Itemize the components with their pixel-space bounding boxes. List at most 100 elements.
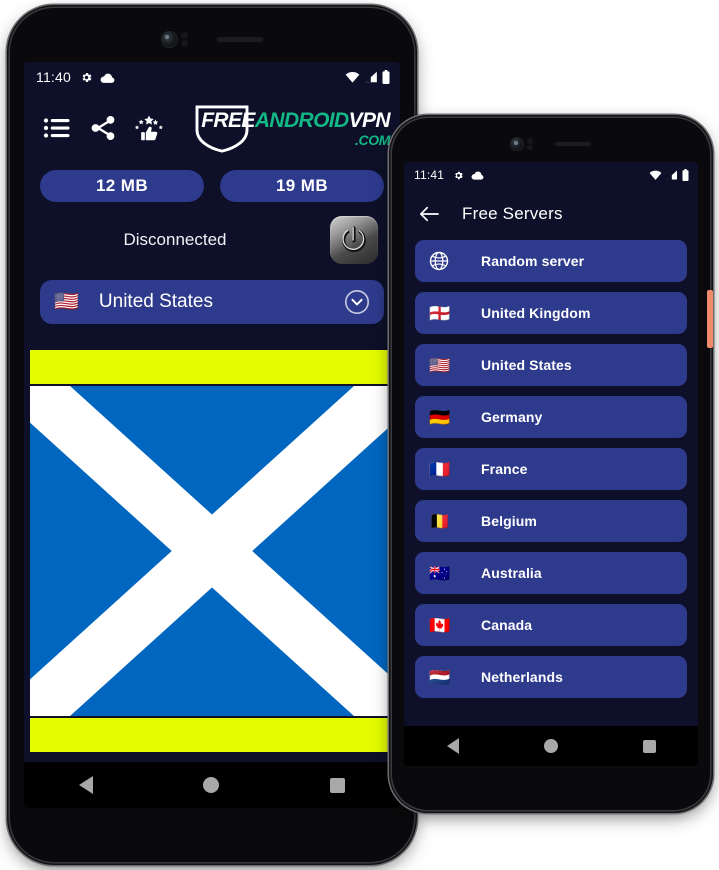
ad-bottom-gap	[30, 752, 394, 762]
servers-page-title: Free Servers	[462, 204, 563, 223]
chevron-down-circle-icon[interactable]	[344, 289, 370, 315]
status-bar-left-icons	[80, 71, 115, 84]
scotland-saltire-flag-icon	[30, 386, 394, 716]
wifi-icon	[345, 72, 360, 83]
ad-bottom-bar	[30, 718, 394, 752]
server-name-label: United States	[481, 357, 572, 373]
server-name-label: Australia	[481, 565, 542, 581]
server-flag-icon: 🇳🇱	[429, 667, 451, 687]
phone-bezel-servers: 11:41	[392, 118, 710, 810]
status-bar-right-icons	[345, 70, 390, 84]
status-bar-right-icons	[649, 169, 689, 181]
server-name-label: Belgium	[481, 513, 537, 529]
wifi-icon	[649, 170, 662, 180]
status-bar-main: 11:40	[24, 62, 400, 92]
nav-home-button[interactable]	[543, 739, 558, 753]
earpiece-speaker	[216, 37, 263, 42]
signal-icon	[365, 71, 377, 83]
nav-recents-button[interactable]	[329, 777, 345, 793]
server-name-label: United Kingdom	[481, 305, 591, 321]
android-nav-bar-servers	[404, 726, 698, 766]
server-list-item[interactable]: 🇩🇪 Germany	[415, 396, 687, 438]
server-flag-icon: 🇦🇺	[429, 563, 451, 583]
globe-icon	[429, 251, 449, 271]
server-flag-icon: 🇩🇪	[429, 407, 451, 427]
server-globe-icon	[429, 251, 455, 271]
nav-home-button[interactable]	[203, 777, 220, 793]
server-list-item[interactable]: 🏴󠁧󠁢󠁥󠁮󠁧󠁿 United Kingdom	[415, 292, 687, 334]
brand-main-line: FREEANDROIDVPN	[201, 110, 390, 131]
status-bar-left-icons	[453, 170, 484, 181]
traffic-stats-row: 12 MB 19 MB	[24, 164, 400, 202]
download-stat-pill: 12 MB	[40, 170, 204, 202]
gear-icon	[82, 72, 92, 82]
app-toolbar: FREEANDROIDVPN .COM	[24, 92, 400, 164]
front-camera-icon	[161, 32, 177, 47]
connection-status-text: Disconnected	[123, 230, 227, 249]
power-icon	[342, 226, 366, 252]
server-list-item[interactable]: 🇫🇷 France	[415, 448, 687, 490]
status-bar-time: 11:41	[414, 168, 445, 182]
proximity-sensor-icon	[527, 138, 533, 150]
server-flag-icon: 🇺🇸	[429, 355, 451, 375]
android-nav-bar-main	[24, 762, 400, 808]
server-flag-icon: 🏴󠁧󠁢󠁥󠁮󠁧󠁿	[429, 303, 451, 323]
share-icon[interactable]	[88, 113, 118, 143]
battery-icon	[382, 70, 390, 84]
cloud-icon	[100, 73, 115, 83]
upload-stat-pill: 19 MB	[220, 170, 384, 202]
front-camera-icon	[511, 138, 523, 150]
server-list-item[interactable]: 🇨🇦 Canada	[415, 604, 687, 646]
brand-text: FREEANDROIDVPN .COM	[201, 110, 390, 147]
server-name-label: Netherlands	[481, 669, 564, 685]
side-power-button[interactable]	[707, 290, 713, 348]
screen-main: 11:40 FREEANDROIDVPN .COM 12 MB 19 MB Di…	[24, 62, 400, 808]
connection-row: Disconnected	[24, 202, 400, 264]
battery-icon	[682, 169, 689, 181]
ad-top-bar	[30, 350, 394, 384]
phone-device-servers: 11:41	[392, 118, 713, 810]
server-flag-icon: 🇧🇪	[429, 511, 451, 531]
gear-icon	[455, 171, 463, 179]
cloud-icon	[471, 171, 484, 180]
screen-servers: 11:41	[404, 162, 698, 766]
ad-banner[interactable]	[24, 350, 400, 762]
phone-bezel-main: 11:40 FREEANDROIDVPN .COM 12 MB 19 MB Di…	[10, 8, 414, 862]
phone-device-main: 11:40 FREEANDROIDVPN .COM 12 MB 19 MB Di…	[10, 8, 414, 862]
server-name-label: Random server	[481, 253, 585, 269]
servers-header: Free Servers	[404, 188, 698, 240]
nav-recents-button[interactable]	[642, 739, 656, 753]
server-list-item[interactable]: 🇳🇱 Netherlands	[415, 656, 687, 698]
server-flag-icon: 🇨🇦	[429, 615, 451, 635]
server-name-label: Germany	[481, 409, 543, 425]
nav-back-button[interactable]	[446, 738, 459, 754]
menu-list-icon[interactable]	[42, 113, 72, 143]
sensor-cluster-servers	[392, 138, 710, 150]
servers-list[interactable]: Random server 🏴󠁧󠁢󠁥󠁮󠁧󠁿 United Kingdom 🇺🇸 Unit…	[404, 240, 698, 726]
server-list-item[interactable]: 🇺🇸 United States	[415, 344, 687, 386]
toolbar-icon-group	[42, 113, 164, 143]
rate-us-icon[interactable]	[134, 113, 164, 143]
status-bar-time: 11:40	[36, 69, 71, 85]
server-flag-icon: 🇫🇷	[429, 459, 451, 479]
selected-country-label: United States	[98, 291, 213, 312]
server-list-item[interactable]: 🇦🇺 Australia	[415, 552, 687, 594]
server-name-label: France	[481, 461, 528, 477]
arrow-left-icon[interactable]	[418, 205, 440, 223]
server-list-item[interactable]: Random server	[415, 240, 687, 282]
nav-back-button[interactable]	[79, 776, 94, 794]
status-bar-servers: 11:41	[404, 162, 698, 188]
brand-android: ANDROID	[254, 108, 349, 132]
server-list-item[interactable]: 🇧🇪 Belgium	[415, 500, 687, 542]
brand-com: .COM	[355, 131, 390, 148]
brand-vpn: VPN	[348, 108, 391, 132]
brand-logo: FREEANDROIDVPN .COM	[193, 104, 394, 153]
proximity-sensor-icon	[180, 32, 189, 47]
selected-country-flag-icon: 🇺🇸	[54, 291, 79, 313]
server-name-label: Canada	[481, 617, 533, 633]
earpiece-speaker	[555, 142, 591, 146]
power-toggle-button[interactable]	[330, 216, 378, 264]
signal-icon	[667, 170, 677, 180]
sensor-cluster-main	[10, 32, 414, 47]
country-selector[interactable]: 🇺🇸 United States	[40, 280, 384, 324]
